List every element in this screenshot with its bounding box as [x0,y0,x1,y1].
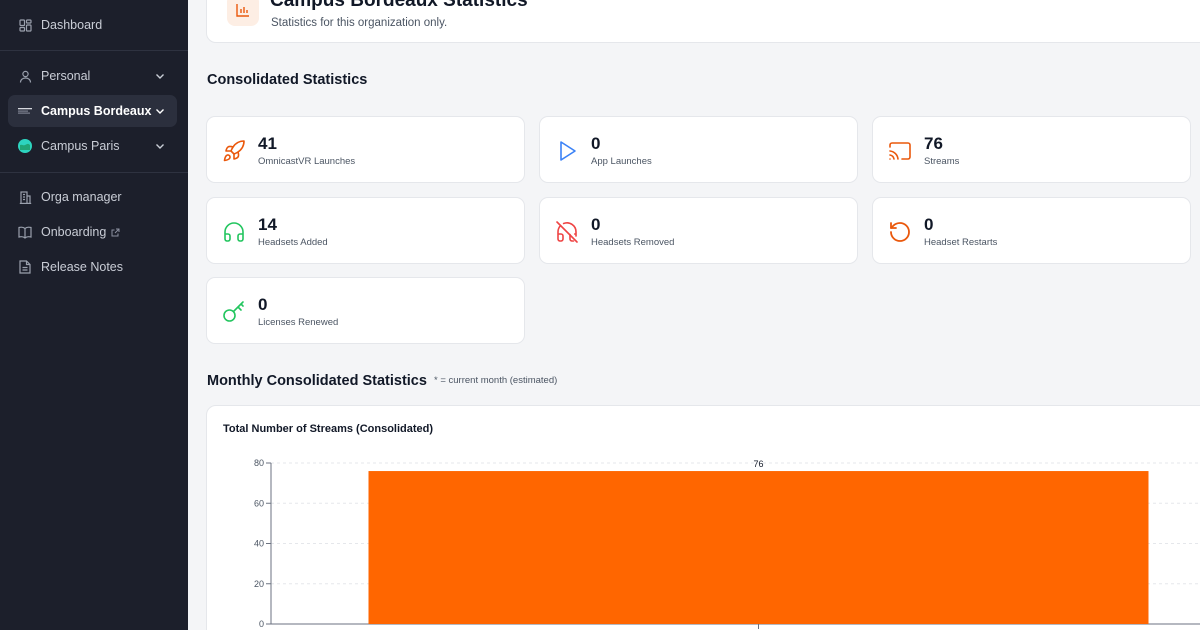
stat-card-headsets-added: 14 Headsets Added [206,197,525,264]
sidebar-item-campus-paris[interactable]: Campus Paris [8,130,177,162]
sidebar-divider [0,50,188,51]
stat-label: Headsets Added [258,237,328,248]
sidebar: Dashboard Personal Campus Bordeaux Campu… [0,0,188,630]
y-tick-label: 80 [254,458,264,468]
building-icon [18,190,32,204]
stat-value: 14 [258,215,277,234]
stat-value: 41 [258,134,277,153]
file-text-icon [18,260,32,274]
section-title-consolidated: Consolidated Statistics [207,72,368,88]
bar-data-label: 76 [753,459,763,469]
y-tick-label: 0 [259,619,264,629]
stat-card-headset-restarts: 0 Headset Restarts [872,197,1191,264]
sidebar-item-label: Dashboard [41,18,103,32]
current-month-note: * = current month (estimated) [434,375,558,386]
chevron-down-icon[interactable] [154,70,166,82]
user-icon [18,69,32,83]
stat-value: 0 [924,215,934,234]
page-header: Campus Bordeaux Statistics Statistics fo… [206,0,1200,43]
headphones-icon [224,222,244,242]
stat-label: Headset Restarts [924,237,998,248]
globe-avatar-icon [18,139,32,153]
stat-card-app-launches: 0 App Launches [539,116,858,183]
streams-bar-chart: 0 20 40 60 80 76 [254,458,1200,629]
sidebar-item-label: Onboarding [41,225,107,239]
stat-label: Licenses Renewed [258,317,339,328]
section-title-monthly: Monthly Consolidated Statistics [207,373,427,389]
stat-value: 76 [924,134,943,153]
stat-label: Headsets Removed [591,237,675,248]
cast-icon [889,142,911,160]
omnicast-logo-icon [18,104,32,118]
key-icon [223,301,244,322]
stat-value: 0 [258,295,268,314]
y-tick-label: 60 [254,498,264,508]
stat-card-omnicastvr-launches: 41 OmnicastVR Launches [206,116,525,183]
stat-label: OmnicastVR Launches [258,156,356,167]
sidebar-item-label: Campus Paris [41,139,120,153]
sidebar-item-personal[interactable]: Personal [8,60,177,92]
external-link-icon [111,228,120,236]
sidebar-divider [0,172,188,173]
sidebar-item-campus-bordeaux[interactable]: Campus Bordeaux [8,95,177,127]
stat-value: 0 [591,134,601,153]
stat-card-streams: 76 Streams [872,116,1191,183]
chevron-down-icon[interactable] [154,140,166,152]
sidebar-item-label: Orga manager [41,190,122,204]
y-tick-label: 20 [254,579,264,589]
chevron-down-icon[interactable] [154,105,166,117]
sidebar-item-label: Release Notes [41,260,123,274]
y-tick-label: 40 [254,539,264,549]
chart-card-streams: Total Number of Streams (Consolidated) 0… [206,405,1200,630]
grid-icon [18,18,32,32]
rotate-ccw-icon [890,222,910,242]
bar-chart-icon [227,0,259,26]
stat-label: Streams [924,156,960,167]
sidebar-item-release-notes[interactable]: Release Notes [8,251,177,283]
sidebar-item-label: Personal [41,69,91,83]
sidebar-item-orga-manager[interactable]: Orga manager [8,181,177,213]
stat-card-licenses-renewed: 0 Licenses Renewed [206,277,525,344]
stat-label: App Launches [591,156,652,167]
bar [368,471,1149,624]
stat-value: 0 [591,215,601,234]
sidebar-item-label: Campus Bordeaux [41,104,152,118]
sidebar-item-onboarding[interactable]: Onboarding [8,216,177,248]
play-icon [560,141,576,161]
page-title: Campus Bordeaux Statistics [270,0,528,11]
sidebar-item-dashboard[interactable]: Dashboard [8,9,177,41]
headphones-off-icon [556,221,578,243]
rocket-icon [223,140,245,162]
page-subtitle: Statistics for this organization only. [271,17,448,29]
stat-card-headsets-removed: 0 Headsets Removed [539,197,858,264]
book-icon [18,225,32,239]
